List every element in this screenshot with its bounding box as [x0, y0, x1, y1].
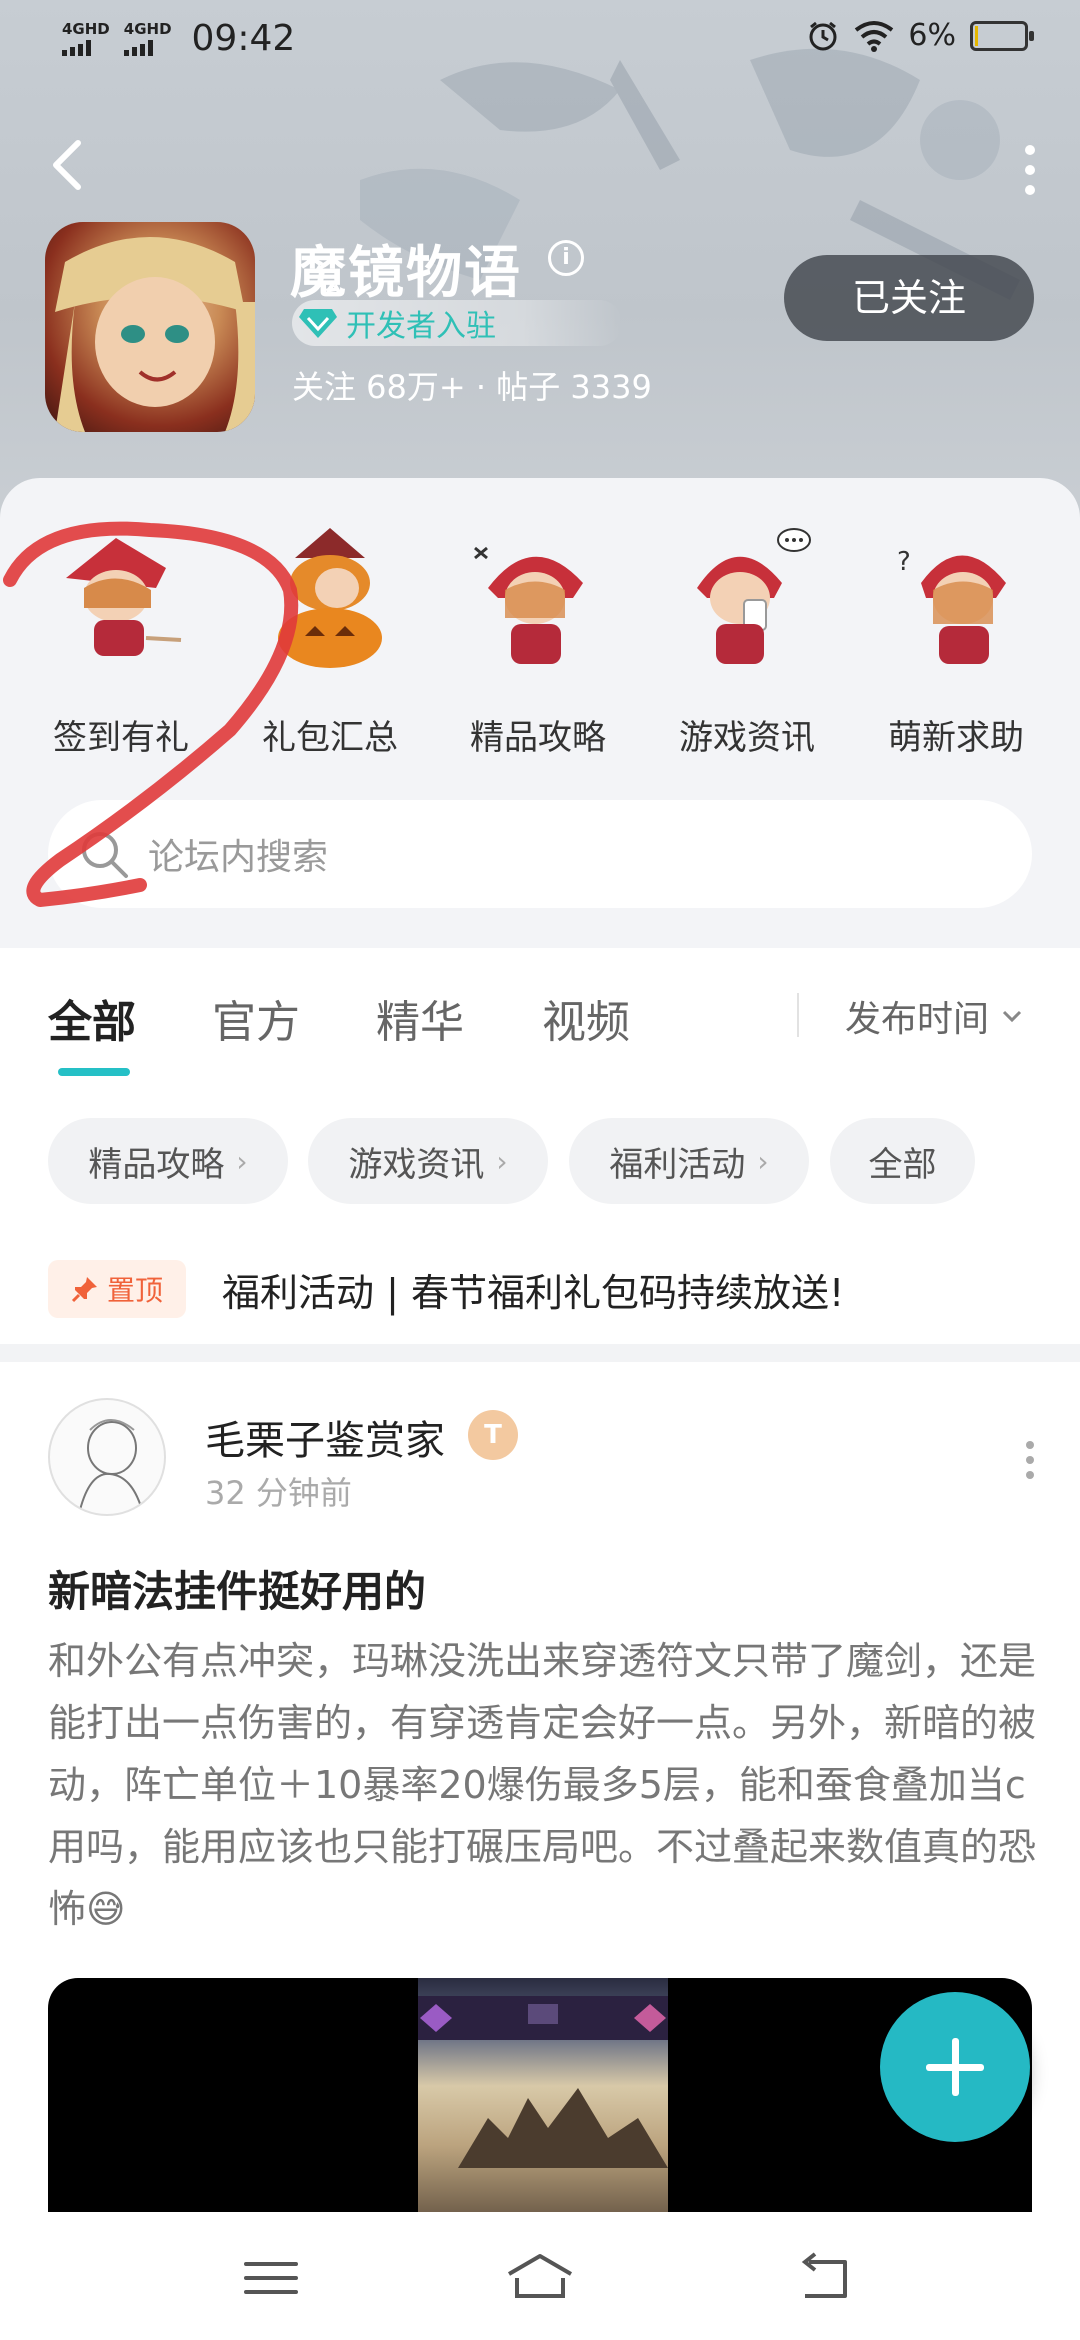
- pinned-post-title[interactable]: 福利活动 | 春节福利礼包码持续放送!: [222, 1262, 844, 1317]
- pinned-post[interactable]: 置顶 福利活动 | 春节福利礼包码持续放送!: [0, 1256, 1080, 1336]
- signal-indicator-1: 4GHD: [62, 21, 110, 56]
- game-title: 魔镜物语: [290, 241, 522, 306]
- battery-fill: [975, 25, 978, 46]
- signal-bars-icon: [123, 40, 153, 56]
- quick-action-label: 精品攻略: [470, 718, 606, 758]
- post-media-thumbnail: [418, 1978, 668, 2218]
- forum-search-bar[interactable]: 论坛内搜索: [48, 800, 1032, 908]
- guide-character-icon: [474, 546, 583, 664]
- chip-news[interactable]: 游戏资讯 ›: [308, 1118, 548, 1204]
- follow-button[interactable]: 已关注: [784, 255, 1034, 341]
- alarm-icon: [809, 21, 837, 50]
- game-icon: [45, 222, 255, 432]
- post-author-name[interactable]: 毛栗子鉴赏家: [205, 1408, 445, 1466]
- forum-header: 4GHD 4GHD 09:42 6% 魔镜物语 i 开发者入驻 关注 68万+ …: [0, 0, 1080, 520]
- forum-stats: 关注 68万+ · 帖子 3339: [292, 368, 652, 406]
- svg-text:?: ?: [897, 547, 911, 577]
- chip-all[interactable]: 全部: [830, 1118, 975, 1204]
- post-timestamp: 32 分钟前: [205, 1474, 352, 1512]
- create-post-button[interactable]: [880, 1992, 1030, 2142]
- help-character-icon: ?: [897, 547, 1006, 664]
- tab-divider: [797, 993, 799, 1037]
- active-tab-indicator: [58, 1068, 130, 1076]
- tab-official[interactable]: 官方: [212, 986, 300, 1050]
- post-filter-tabs: 全部 官方 精华 视频 发布时间: [0, 948, 1080, 1078]
- quick-action-label: 签到有礼: [53, 718, 189, 758]
- system-navigation-bar: [0, 2212, 1080, 2340]
- quick-action-gifts[interactable]: 礼包汇总: [250, 528, 410, 759]
- wifi-icon: [855, 20, 894, 52]
- section-separator: [0, 1344, 1080, 1362]
- tab-all[interactable]: 全部: [48, 986, 136, 1050]
- chevron-right-icon: ›: [496, 1144, 508, 1178]
- quick-action-row: 签到有礼 礼包汇总 精品攻略 游戏资讯 ? 萌新求助: [0, 528, 1080, 758]
- status-bar: 4GHD 4GHD 09:42 6%: [0, 0, 1080, 80]
- battery-percent: 6%: [908, 18, 956, 53]
- info-icon[interactable]: [548, 240, 584, 276]
- avatar-sketch-art: [79, 1419, 143, 1511]
- menu-icon[interactable]: [236, 2248, 306, 2308]
- more-vertical-icon[interactable]: [1020, 140, 1040, 200]
- pinned-badge: 置顶: [48, 1260, 186, 1318]
- pinned-badge-label: 置顶: [106, 1274, 163, 1307]
- post-title[interactable]: 新暗法挂件挺好用的: [48, 1558, 426, 1619]
- search-icon: [82, 832, 128, 878]
- back-nav-icon[interactable]: [789, 2248, 859, 2308]
- tab-featured[interactable]: 精华: [376, 986, 464, 1050]
- avatar[interactable]: [48, 1398, 166, 1516]
- quick-action-guides[interactable]: 精品攻略: [458, 528, 618, 759]
- post-body[interactable]: 和外公有点冲突，玛琳没洗出来穿透符文只带了魔剑，还是能打出一点伤害的，有穿透肯定…: [48, 1630, 1038, 1940]
- battery-icon: [970, 20, 1034, 51]
- post-more-icon[interactable]: [1024, 1440, 1036, 1480]
- quick-action-news[interactable]: 游戏资讯: [667, 528, 827, 759]
- chip-label: 游戏资讯: [348, 1144, 485, 1185]
- post-media-video[interactable]: [48, 1978, 1032, 2218]
- game-battle-scene-art: [418, 1996, 668, 2168]
- quick-action-label: 萌新求助: [888, 718, 1024, 758]
- quick-action-label: 礼包汇总: [262, 718, 398, 758]
- sort-label: 发布时间: [845, 999, 990, 1040]
- checkin-character-icon: [66, 538, 182, 656]
- home-icon[interactable]: [505, 2248, 575, 2308]
- pin-icon: [71, 1277, 97, 1303]
- forum-quick-panel: 签到有礼 礼包汇总 精品攻略 游戏资讯 ? 萌新求助 论坛内搜索: [0, 478, 1080, 948]
- game-character-art: [55, 237, 255, 432]
- tab-video[interactable]: 视频: [542, 986, 630, 1050]
- category-chips: 精品攻略 › 游戏资讯 › 福利活动 › 全部: [0, 1118, 1080, 1206]
- chip-label: 精品攻略: [88, 1144, 225, 1185]
- chevron-down-icon: [1002, 1010, 1022, 1023]
- signal-bars-icon: [62, 40, 91, 56]
- signal-indicator-2: 4GHD: [123, 20, 172, 56]
- clock: 09:42: [191, 18, 296, 59]
- chip-label: 福利活动: [609, 1144, 746, 1185]
- diamond-icon: [299, 309, 337, 338]
- quick-action-help[interactable]: ? 萌新求助: [876, 528, 1036, 759]
- news-character-icon: [697, 528, 811, 664]
- signal-label-1: 4GHD: [62, 20, 110, 38]
- chevron-right-icon: ›: [757, 1144, 769, 1178]
- chip-guides[interactable]: 精品攻略 ›: [48, 1118, 288, 1204]
- quick-action-checkin[interactable]: 签到有礼: [41, 528, 201, 759]
- chevron-right-icon: ›: [236, 1144, 248, 1178]
- pumpkin-character-icon: [278, 528, 382, 668]
- chip-events[interactable]: 福利活动 ›: [569, 1118, 809, 1204]
- sort-dropdown[interactable]: 发布时间: [845, 990, 1023, 1042]
- developer-badge[interactable]: 开发者入驻: [292, 300, 622, 346]
- quick-action-label: 游戏资讯: [679, 718, 815, 758]
- signal-label-2: 4GHD: [123, 20, 172, 38]
- search-input[interactable]: 论坛内搜索: [148, 828, 328, 880]
- back-icon[interactable]: [44, 135, 94, 195]
- chip-label: 全部: [868, 1144, 937, 1185]
- developer-badge-label: 开发者入驻: [346, 309, 496, 344]
- user-level-badge: T: [468, 1410, 518, 1460]
